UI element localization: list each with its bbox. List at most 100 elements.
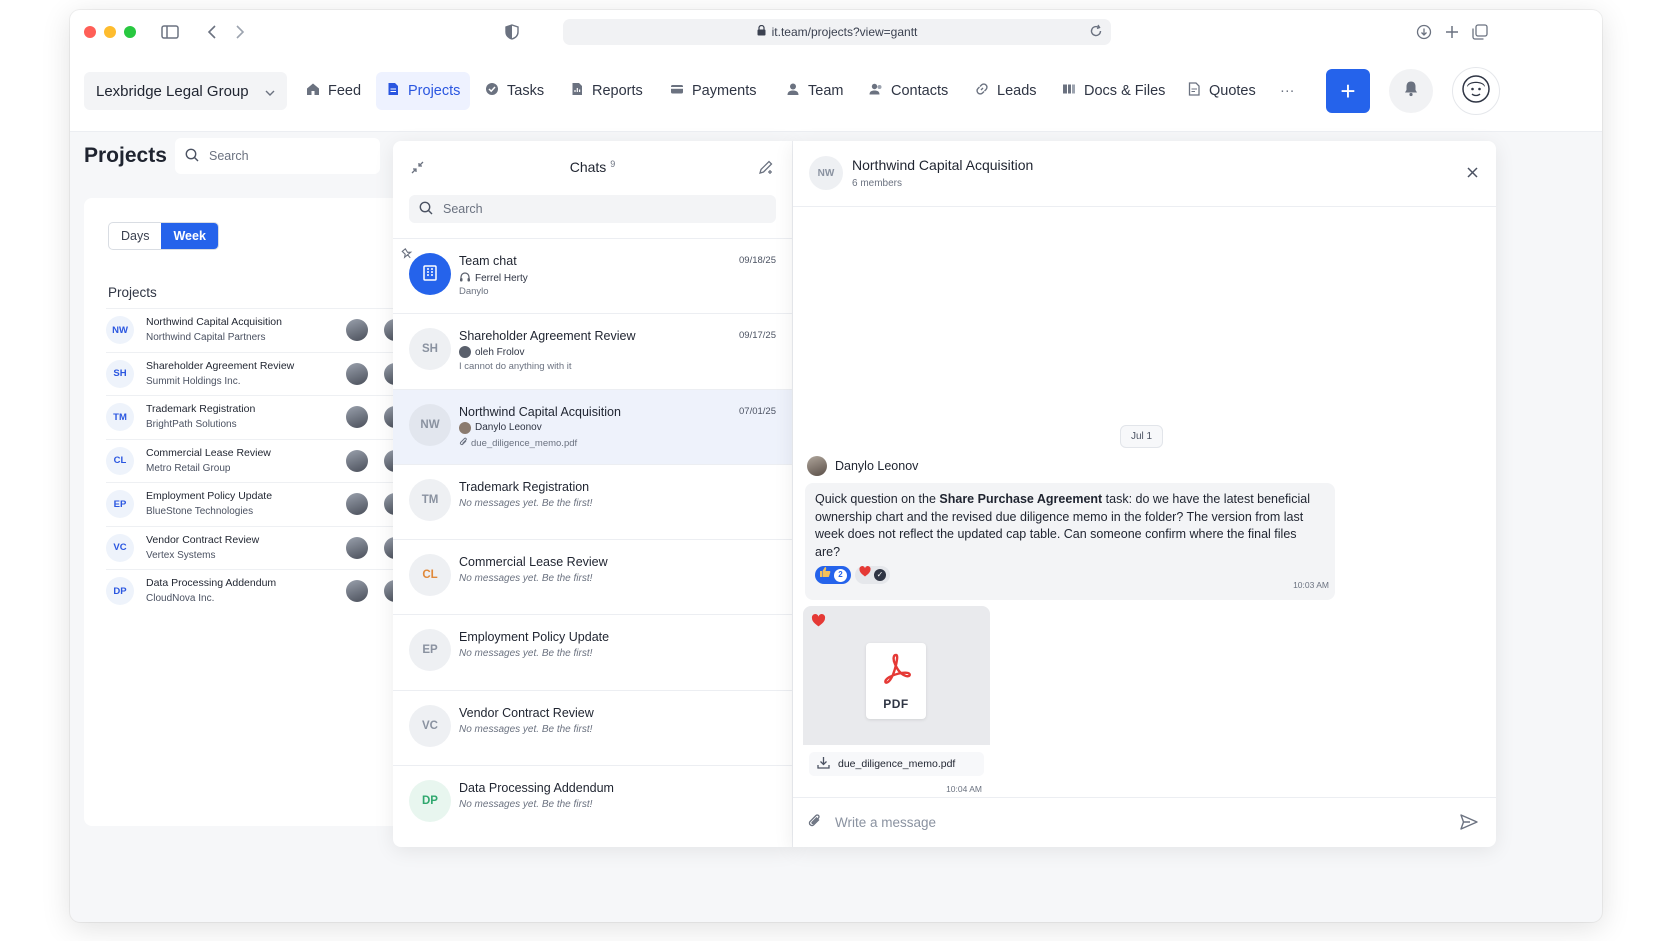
chat-item-selected[interactable]: NW Northwind Capital Acquisition Danylo …	[393, 389, 792, 465]
chat-name: Commercial Lease Review	[459, 555, 608, 570]
check-circle-icon	[485, 82, 499, 100]
search-icon	[419, 201, 433, 218]
nav-team-label: Team	[808, 83, 844, 99]
download-icon[interactable]	[1414, 22, 1434, 42]
sender-name[interactable]: Danylo Leonov	[835, 459, 918, 473]
chats-title-label: Chats	[569, 159, 607, 175]
conversation-members[interactable]: 6 members	[852, 178, 902, 189]
new-tab-icon[interactable]	[1442, 22, 1462, 42]
notifications-button[interactable]	[1389, 69, 1433, 113]
project-row[interactable]: VC Vendor Contract Review Vertex Systems	[106, 525, 404, 570]
project-row[interactable]: DP Data Processing Addendum CloudNova Inc…	[106, 569, 404, 613]
url-text: it.team/projects?view=gantt	[771, 25, 918, 39]
chat-sender: oleh Frolov	[459, 346, 524, 359]
project-title: Northwind Capital Acquisition	[146, 316, 282, 329]
nav-payments[interactable]: Payments	[660, 72, 766, 110]
tabs-overview-icon[interactable]	[1470, 22, 1490, 42]
person-icon	[786, 82, 800, 100]
maximize-window-button[interactable]	[124, 26, 136, 38]
file-attachment-message[interactable]: PDF due_diligence_memo.pdf 10:04 AM	[803, 606, 990, 796]
more-menu-button[interactable]: ···	[1270, 72, 1305, 110]
org-switcher[interactable]: Lexbridge Legal Group	[84, 72, 287, 110]
week-tab[interactable]: Week	[161, 223, 218, 249]
heart-reaction[interactable]: ✓	[855, 566, 890, 584]
nav-team[interactable]: Team	[776, 72, 853, 110]
chat-item[interactable]: TM Trademark Registration No messages ye…	[393, 465, 792, 541]
message-bubble[interactable]: Quick question on the Share Purchase Agr…	[805, 483, 1335, 600]
minimize-window-button[interactable]	[104, 26, 116, 38]
close-icon[interactable]	[1467, 165, 1478, 183]
nav-quotes[interactable]: Quotes	[1177, 72, 1266, 110]
plus-icon: +	[1340, 75, 1356, 106]
file-download-row[interactable]: due_diligence_memo.pdf	[809, 752, 984, 776]
nav-leads[interactable]: Leads	[965, 72, 1047, 110]
user-avatar-button[interactable]	[1452, 67, 1500, 115]
nav-feed[interactable]: Feed	[296, 72, 371, 110]
shield-icon[interactable]	[502, 22, 522, 42]
nav-docs-files-label: Docs & Files	[1084, 83, 1166, 99]
chat-item[interactable]: EP Employment Policy Update No messages …	[393, 615, 792, 691]
chat-item[interactable]: CL Commercial Lease Review No messages y…	[393, 540, 792, 616]
chat-sender: Danylo Leonov	[459, 421, 542, 434]
nav-projects[interactable]: Projects	[376, 72, 471, 110]
contacts-icon	[869, 82, 883, 100]
assignee-avatar	[346, 580, 368, 602]
file-time: 10:04 AM	[946, 784, 982, 794]
project-row[interactable]: TM Trademark Registration BrightPath Solu…	[106, 395, 404, 439]
chat-item[interactable]: Team chat Ferrel Herty Danylo 09/18/25	[393, 239, 792, 315]
message-composer: Write a message	[793, 797, 1496, 847]
chats-header: Chats 9	[393, 141, 792, 193]
project-row[interactable]: EP Employment Policy Update BlueStone Tec…	[106, 482, 404, 526]
conversation-title[interactable]: Northwind Capital Acquisition	[852, 157, 1033, 173]
chat-empty-message: No messages yet. Be the first!	[459, 497, 593, 509]
project-client: BlueStone Technologies	[146, 506, 254, 518]
compose-icon[interactable]	[758, 159, 774, 180]
chat-list: Team chat Ferrel Herty Danylo 09/18/25 S…	[393, 238, 792, 841]
chat-item[interactable]: SH Shareholder Agreement Review oleh Fro…	[393, 314, 792, 390]
address-bar[interactable]: it.team/projects?view=gantt	[563, 19, 1111, 45]
chat-avatar: EP	[409, 629, 451, 672]
file-type-label: PDF	[883, 697, 909, 711]
sender-avatar[interactable]	[807, 456, 827, 476]
days-tab[interactable]: Days	[109, 223, 161, 249]
project-row[interactable]: SH Shareholder Agreement Review Summit Ho…	[106, 351, 404, 396]
file-name: due_diligence_memo.pdf	[838, 758, 956, 770]
nav-reports[interactable]: Reports	[560, 72, 653, 110]
browser-toolbar: it.team/projects?view=gantt	[70, 10, 1602, 54]
file-preview[interactable]: PDF	[803, 606, 990, 745]
forward-icon[interactable]	[230, 22, 250, 42]
create-button[interactable]: +	[1326, 69, 1370, 113]
project-row[interactable]: NW Northwind Capital Acquisition Northwin…	[106, 308, 404, 352]
close-window-button[interactable]	[84, 26, 96, 38]
project-badge: DP	[106, 577, 134, 606]
back-icon[interactable]	[202, 22, 222, 42]
attach-icon[interactable]	[807, 813, 823, 832]
nav-tasks[interactable]: Tasks	[475, 72, 554, 110]
nav-contacts[interactable]: Contacts	[859, 72, 958, 110]
send-icon[interactable]	[1460, 814, 1478, 833]
project-row[interactable]: CL Commercial Lease Review Metro Retail G…	[106, 438, 404, 483]
sidebar-toggle-icon[interactable]	[160, 22, 180, 42]
message-input[interactable]: Write a message	[835, 815, 936, 830]
message-task-link[interactable]: Share Purchase Agreement	[939, 492, 1102, 506]
chat-item[interactable]: DP Data Processing Addendum No messages …	[393, 766, 792, 841]
chat-name: Data Processing Addendum	[459, 781, 614, 796]
assignee-avatar	[346, 536, 368, 559]
nav-payments-label: Payments	[692, 83, 757, 99]
timescale-toggle: Days Week	[108, 222, 219, 250]
chat-empty-message: No messages yet. Be the first!	[459, 723, 593, 735]
reload-icon[interactable]	[1089, 24, 1103, 41]
nav-docs-files[interactable]: Docs & Files	[1052, 72, 1175, 110]
heart-icon[interactable]	[811, 614, 826, 632]
gantt-card: Days Week Projects NW Northwind Capital …	[84, 198, 404, 826]
thumbs-up-reaction[interactable]: 2	[815, 566, 851, 584]
download-icon[interactable]	[817, 756, 830, 772]
chat-item[interactable]: VC Vendor Contract Review No messages ye…	[393, 691, 792, 767]
chats-search-input[interactable]: Search	[409, 195, 776, 223]
project-client: Northwind Capital Partners	[146, 332, 266, 344]
projects-search-input[interactable]: Search	[175, 138, 380, 174]
assignee-avatar	[346, 406, 368, 428]
headset-icon	[459, 271, 471, 286]
project-client: CloudNova Inc.	[146, 593, 215, 605]
project-badge: EP	[106, 490, 134, 519]
